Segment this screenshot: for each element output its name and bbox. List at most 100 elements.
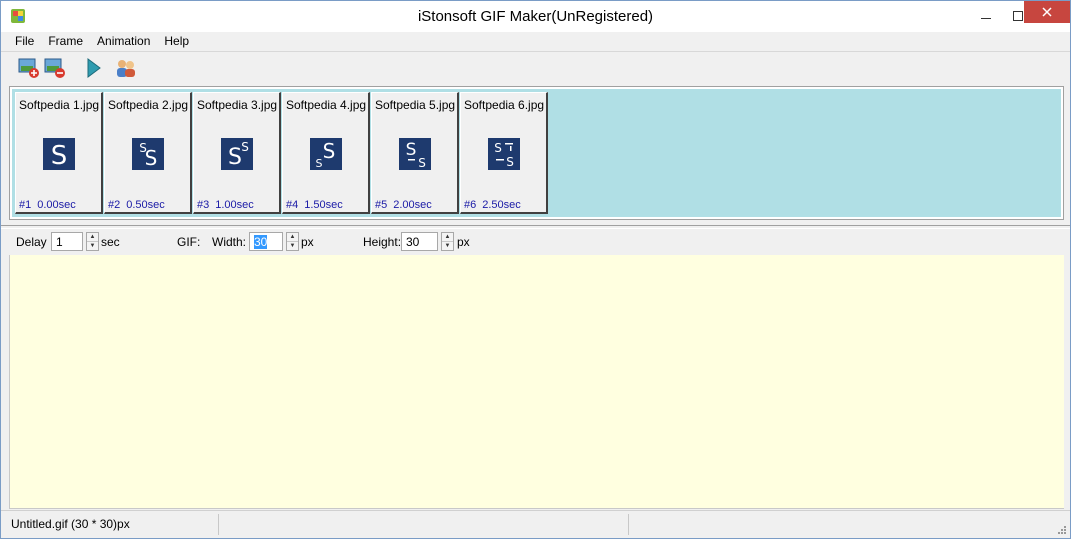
frame-name: Softpedia 1.jpg (19, 98, 100, 112)
svg-text:S: S (406, 140, 417, 160)
width-value: 30 (254, 235, 268, 249)
spin-up-icon[interactable]: ▲ (87, 233, 98, 242)
frame-name: Softpedia 3.jpg (197, 98, 278, 112)
delay-spinner[interactable]: ▲ ▼ (86, 232, 99, 251)
svg-text:S: S (228, 145, 242, 170)
frame-thumbnail: S S (310, 138, 342, 170)
frame-info: #5 2.00sec (375, 199, 432, 211)
frame-card[interactable]: Softpedia 1.jpg S #1 0.00sec (15, 92, 103, 214)
resize-grip-icon[interactable] (1056, 524, 1066, 534)
frame-name: Softpedia 5.jpg (375, 98, 456, 112)
delay-unit: sec (101, 235, 120, 249)
frame-card[interactable]: Softpedia 3.jpg S S #3 1.00sec (193, 92, 281, 214)
play-icon (87, 58, 101, 78)
frame-info: #4 1.50sec (286, 199, 343, 211)
status-panel-2 (219, 514, 629, 535)
svg-text:S: S (494, 141, 502, 155)
minimize-icon (980, 18, 991, 19)
height-label: Height: (363, 235, 402, 249)
frames-strip[interactable]: Softpedia 1.jpg S #1 0.00sec Softpedia 2.… (12, 89, 1061, 217)
height-spinner[interactable]: ▲ ▼ (441, 232, 454, 251)
people-icon (117, 60, 135, 77)
frame-index: #4 (286, 199, 299, 211)
menu-help[interactable]: Help (157, 32, 196, 51)
delay-label: Delay : (16, 235, 54, 249)
spin-down-icon[interactable]: ▼ (87, 242, 98, 250)
status-bar: Untitled.gif (30 * 30)px (1, 510, 1070, 538)
add-frame-icon (18, 58, 39, 78)
frame-thumbnail: S S (399, 138, 431, 170)
frame-thumbnail: S (43, 138, 75, 170)
frame-index: #2 (108, 199, 121, 211)
spin-up-icon[interactable]: ▲ (442, 233, 453, 242)
svg-text:S: S (506, 155, 514, 169)
svg-text:S: S (145, 146, 158, 170)
frame-card[interactable]: Softpedia 6.jpg S S #6 2.50sec (460, 92, 548, 214)
title-bar[interactable]: iStonsoft GIF Maker(UnRegistered) (1, 1, 1070, 32)
frame-time: 1.50sec (304, 199, 343, 211)
frame-index: #3 (197, 199, 210, 211)
spin-down-icon[interactable]: ▼ (442, 242, 453, 250)
frame-time: 0.50sec (126, 199, 165, 211)
app-window: iStonsoft GIF Maker(UnRegistered) File F… (0, 0, 1071, 539)
width-unit: px (301, 235, 314, 249)
people-button[interactable] (115, 57, 137, 79)
settings-bar: Delay : 1 ▲ ▼ sec GIF: Width: 30 ▲ ▼ px … (1, 230, 1070, 254)
panel-splitter[interactable] (1, 225, 1070, 229)
frame-time: 2.00sec (393, 199, 432, 211)
frame-info: #1 0.00sec (19, 199, 76, 211)
frame-index: #6 (464, 199, 477, 211)
svg-text:S: S (418, 156, 426, 170)
width-input[interactable]: 30 (249, 232, 283, 251)
frame-time: 2.50sec (482, 199, 521, 211)
status-panel-3 (629, 514, 1059, 535)
maximize-icon (1012, 11, 1023, 21)
frame-info: #6 2.50sec (464, 199, 521, 211)
status-file-info: Untitled.gif (30 * 30)px (9, 514, 219, 535)
frame-card[interactable]: Softpedia 5.jpg S S #5 2.00sec (371, 92, 459, 214)
frame-info: #2 0.50sec (108, 199, 165, 211)
svg-text:S: S (323, 139, 336, 163)
frame-card[interactable]: Softpedia 4.jpg S S #4 1.50sec (282, 92, 370, 214)
menu-bar: File Frame Animation Help (1, 32, 1070, 51)
frame-name: Softpedia 2.jpg (108, 98, 189, 112)
play-button[interactable] (84, 57, 106, 79)
gif-label: GIF: (177, 235, 201, 249)
delay-input[interactable]: 1 (51, 232, 83, 251)
width-label: Width: (212, 235, 247, 249)
window-title: iStonsoft GIF Maker(UnRegistered) (417, 8, 654, 25)
frame-time: 1.00sec (215, 199, 254, 211)
close-button[interactable] (1024, 1, 1070, 23)
svg-text:S: S (316, 157, 323, 170)
frame-time: 0.00sec (37, 199, 76, 211)
spin-down-icon[interactable]: ▼ (287, 242, 298, 250)
frame-name: Softpedia 4.jpg (286, 98, 367, 112)
frame-info: #3 1.00sec (197, 199, 254, 211)
height-unit: px (457, 235, 470, 249)
frame-thumbnail: S S (488, 138, 520, 170)
menu-file[interactable]: File (1, 32, 41, 51)
delay-value: 1 (56, 235, 63, 249)
add-frame-button[interactable] (18, 57, 40, 79)
frame-index: #1 (19, 199, 32, 211)
frame-card[interactable]: Softpedia 2.jpg S S #2 0.50sec (104, 92, 192, 214)
close-icon (1042, 7, 1052, 17)
toolbar (1, 52, 1070, 84)
preview-area[interactable] (9, 255, 1064, 509)
menu-animation[interactable]: Animation (90, 32, 157, 51)
remove-frame-icon (44, 58, 65, 78)
height-input[interactable]: 30 (401, 232, 438, 251)
svg-text:S: S (51, 141, 68, 170)
svg-text:S: S (241, 140, 249, 154)
frame-thumbnail: S S (221, 138, 253, 170)
width-spinner[interactable]: ▲ ▼ (286, 232, 299, 251)
remove-frame-button[interactable] (44, 57, 66, 79)
frame-thumbnail: S S (132, 138, 164, 170)
height-value: 30 (406, 235, 420, 249)
frame-name: Softpedia 6.jpg (464, 98, 545, 112)
frames-panel: Softpedia 1.jpg S #1 0.00sec Softpedia 2.… (9, 86, 1064, 220)
spin-up-icon[interactable]: ▲ (287, 233, 298, 242)
minimize-button[interactable] (969, 1, 1002, 31)
frame-index: #5 (375, 199, 388, 211)
menu-frame[interactable]: Frame (41, 32, 90, 51)
